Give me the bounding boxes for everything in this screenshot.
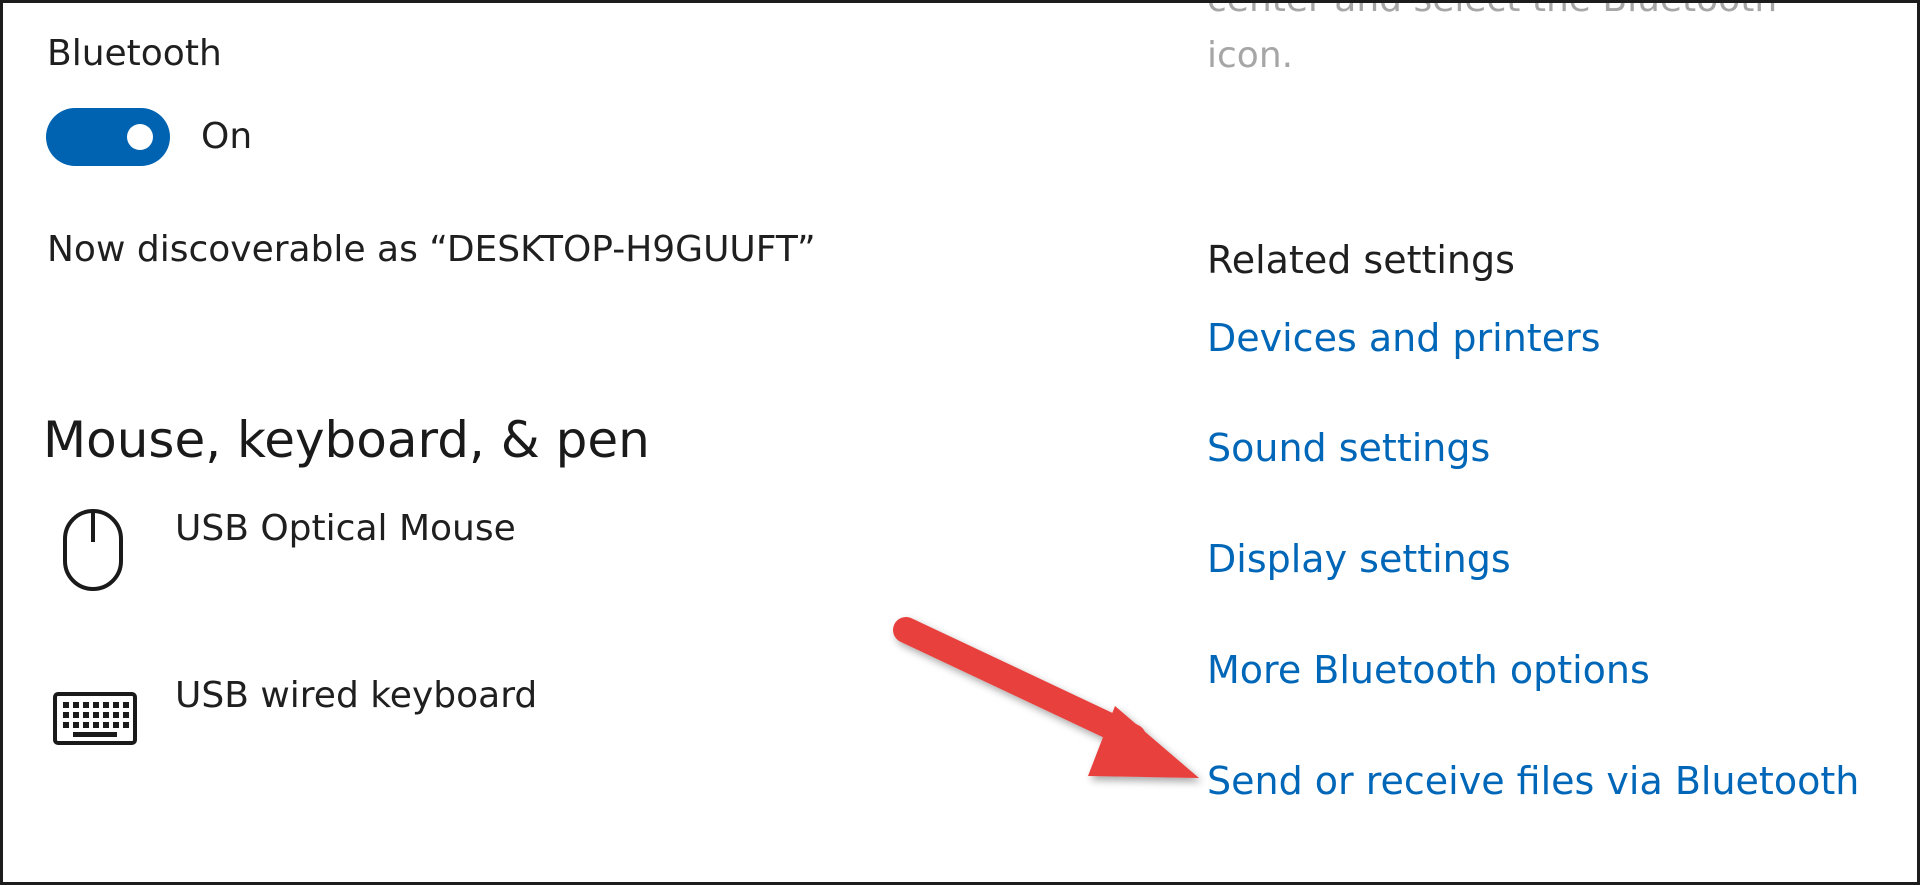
link-more-bluetooth-options[interactable]: More Bluetooth options [1207, 648, 1650, 692]
device-item-usb-wired-keyboard[interactable]: USB wired keyboard [175, 675, 537, 716]
section-heading-mouse-keyboard-pen: Mouse, keyboard, & pen [43, 411, 650, 469]
link-display-settings[interactable]: Display settings [1207, 537, 1511, 581]
link-sound-settings[interactable]: Sound settings [1207, 426, 1490, 470]
link-devices-and-printers[interactable]: Devices and printers [1207, 316, 1601, 360]
keyboard-icon [53, 681, 137, 765]
help-text-line-1: center and select the Bluetooth [1207, 3, 1777, 20]
related-settings-heading: Related settings [1207, 238, 1515, 282]
mouse-icon [53, 508, 137, 592]
help-text-line-2: icon. [1207, 35, 1294, 76]
toggle-knob [127, 124, 153, 150]
settings-window: Bluetooth On Now discoverable as “DESKTO… [0, 0, 1920, 885]
device-item-usb-optical-mouse[interactable]: USB Optical Mouse [175, 508, 516, 549]
link-send-or-receive-files-via-bluetooth[interactable]: Send or receive files via Bluetooth [1207, 759, 1859, 803]
toggle-state-label: On [201, 116, 253, 157]
bluetooth-label: Bluetooth [47, 33, 222, 74]
bluetooth-toggle[interactable] [46, 108, 170, 166]
discoverable-status: Now discoverable as “DESKTOP-H9GUUFT” [47, 229, 816, 270]
